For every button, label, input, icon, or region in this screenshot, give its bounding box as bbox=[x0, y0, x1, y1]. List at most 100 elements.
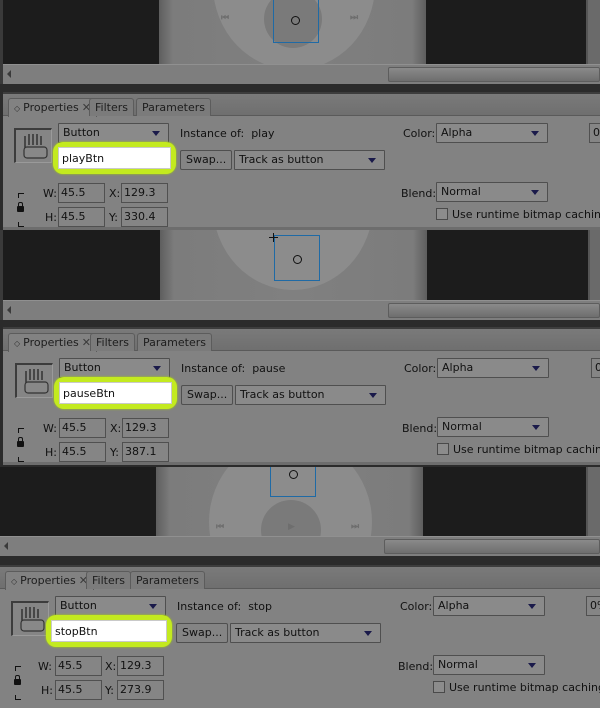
scroll-left-arrow-icon[interactable] bbox=[7, 70, 11, 78]
symbol-type-dropdown[interactable]: Button bbox=[59, 358, 170, 378]
horizontal-scrollbar[interactable] bbox=[0, 536, 600, 556]
width-field[interactable]: 45.5 bbox=[59, 418, 106, 438]
x-field[interactable]: 129.3 bbox=[121, 183, 168, 203]
panel-collapse-icon[interactable]: ◇ bbox=[14, 339, 20, 348]
y-field[interactable]: 330.4 bbox=[121, 207, 168, 227]
registration-point-icon bbox=[289, 470, 298, 479]
panel-collapse-icon[interactable]: ◇ bbox=[14, 104, 20, 113]
stage-canvas[interactable]: ⏮ ▶ ⏭ bbox=[156, 467, 423, 536]
constrain-proportions-lock-icon[interactable] bbox=[14, 666, 24, 700]
tab-properties[interactable]: ◇ Properties ✕ bbox=[8, 98, 97, 117]
bitmap-caching-label: Use runtime bitmap caching bbox=[449, 681, 600, 694]
stage-view-3[interactable]: ⏮ ▶ ⏭ bbox=[0, 467, 600, 556]
instance-name-highlight bbox=[53, 142, 176, 174]
dropdown-value: Normal bbox=[442, 420, 482, 433]
tab-filters[interactable]: Filters bbox=[90, 333, 135, 351]
chevron-down-icon bbox=[531, 190, 539, 195]
prev-track-icon: ⏮ bbox=[221, 13, 229, 23]
tab-parameters[interactable]: Parameters bbox=[130, 571, 205, 589]
dropdown-value: Track as button bbox=[240, 388, 325, 401]
tracking-dropdown[interactable]: Track as button bbox=[230, 623, 381, 643]
tab-properties[interactable]: ◇ Properties ✕ bbox=[8, 333, 97, 352]
bitmap-caching-checkbox[interactable] bbox=[436, 208, 448, 220]
height-field[interactable]: 45.5 bbox=[59, 442, 106, 462]
next-track-icon: ⏭ bbox=[350, 13, 358, 23]
instance-of-label: Instance of: pause bbox=[181, 362, 285, 375]
scroll-left-arrow-icon[interactable] bbox=[4, 542, 8, 550]
instance-name-input[interactable] bbox=[58, 147, 171, 169]
blend-dropdown[interactable]: Normal bbox=[436, 182, 548, 202]
y-field[interactable]: 273.9 bbox=[117, 680, 164, 700]
blend-label: Blend: bbox=[401, 187, 437, 200]
scrollbar-thumb[interactable] bbox=[388, 67, 600, 82]
x-label: X: bbox=[109, 187, 121, 200]
color-dropdown[interactable]: Alpha bbox=[437, 358, 549, 378]
tracking-dropdown[interactable]: Track as button bbox=[234, 150, 385, 170]
scrollbar-thumb[interactable] bbox=[384, 539, 600, 554]
color-dropdown[interactable]: Alpha bbox=[436, 123, 548, 143]
color-dropdown[interactable]: Alpha bbox=[433, 596, 545, 616]
height-field[interactable]: 45.5 bbox=[58, 207, 105, 227]
constrain-proportions-lock-icon[interactable] bbox=[17, 428, 27, 462]
instance-of-value: play bbox=[251, 127, 275, 140]
swap-button[interactable]: Swap... bbox=[176, 623, 229, 643]
tab-parameters[interactable]: Parameters bbox=[136, 98, 211, 116]
x-field[interactable]: 129.3 bbox=[122, 418, 169, 438]
stage-view-2[interactable] bbox=[0, 230, 600, 320]
tab-properties[interactable]: ◇ Properties ✕ bbox=[5, 571, 94, 590]
width-field[interactable]: 45.5 bbox=[55, 656, 102, 676]
constrain-proportions-lock-icon[interactable] bbox=[17, 193, 27, 227]
instance-of-label: Instance of: stop bbox=[177, 600, 272, 613]
swap-button[interactable]: Swap... bbox=[180, 150, 233, 170]
panel-collapse-icon[interactable]: ◇ bbox=[11, 577, 17, 586]
width-field[interactable]: 45.5 bbox=[58, 183, 105, 203]
x-field[interactable]: 129.3 bbox=[117, 656, 164, 676]
chevron-down-icon bbox=[532, 366, 540, 371]
chevron-down-icon bbox=[369, 393, 377, 398]
bitmap-caching-checkbox[interactable] bbox=[437, 443, 449, 455]
dropdown-value: Alpha bbox=[438, 599, 470, 612]
tab-label: Filters bbox=[92, 574, 125, 587]
blend-dropdown[interactable]: Normal bbox=[437, 417, 549, 437]
stage-right-edge bbox=[588, 230, 600, 300]
horizontal-scrollbar[interactable] bbox=[3, 64, 600, 84]
instance-name-input[interactable] bbox=[59, 382, 172, 404]
panel-divider bbox=[3, 462, 600, 465]
stage-canvas[interactable] bbox=[160, 230, 427, 300]
scroll-left-arrow-icon[interactable] bbox=[7, 306, 11, 314]
stage-view-1[interactable]: ⏮ ⏭ bbox=[0, 0, 600, 84]
swap-button[interactable]: Swap... bbox=[181, 385, 234, 405]
color-label: Color: bbox=[404, 362, 437, 375]
tab-parameters[interactable]: Parameters bbox=[137, 333, 212, 351]
bitmap-caching-checkbox[interactable] bbox=[433, 681, 445, 693]
panel-tabbar: ◇ Properties ✕ Filters Parameters bbox=[0, 567, 600, 590]
tab-label: Parameters bbox=[136, 574, 199, 587]
play-icon: ▶ bbox=[288, 522, 295, 532]
tracking-dropdown[interactable]: Track as button bbox=[235, 385, 386, 405]
scrollbar-thumb[interactable] bbox=[388, 303, 600, 318]
blend-label: Blend: bbox=[402, 422, 438, 435]
symbol-type-dropdown[interactable]: Button bbox=[55, 596, 166, 616]
alpha-amount-field[interactable]: 0% bbox=[586, 596, 600, 616]
alpha-amount-field[interactable]: 0% bbox=[589, 123, 600, 143]
panel-tabbar: ◇ Properties ✕ Filters Parameters bbox=[3, 329, 600, 352]
chevron-down-icon bbox=[364, 631, 372, 636]
y-field[interactable]: 387.1 bbox=[122, 442, 169, 462]
color-label: Color: bbox=[403, 127, 436, 140]
blend-dropdown[interactable]: Normal bbox=[433, 655, 545, 675]
height-field[interactable]: 45.5 bbox=[55, 680, 102, 700]
symbol-type-dropdown[interactable]: Button bbox=[58, 123, 169, 143]
properties-panel-2: ◇Properties✕ Filters Parameters Button I… bbox=[3, 327, 600, 465]
tab-filters[interactable]: Filters bbox=[86, 571, 131, 589]
height-label: H: bbox=[41, 684, 53, 697]
dropdown-value: Button bbox=[64, 361, 101, 374]
tab-filters[interactable]: Filters bbox=[89, 98, 134, 116]
dropdown-value: Track as button bbox=[239, 153, 324, 166]
instance-name-input[interactable] bbox=[51, 620, 167, 642]
horizontal-scrollbar[interactable] bbox=[3, 300, 600, 320]
stage-canvas[interactable]: ⏮ ⏭ bbox=[159, 0, 426, 64]
y-label: Y: bbox=[105, 684, 114, 697]
button-symbol-icon bbox=[11, 601, 49, 636]
button-symbol-icon bbox=[15, 363, 53, 398]
alpha-amount-field[interactable]: 0% bbox=[591, 358, 600, 378]
